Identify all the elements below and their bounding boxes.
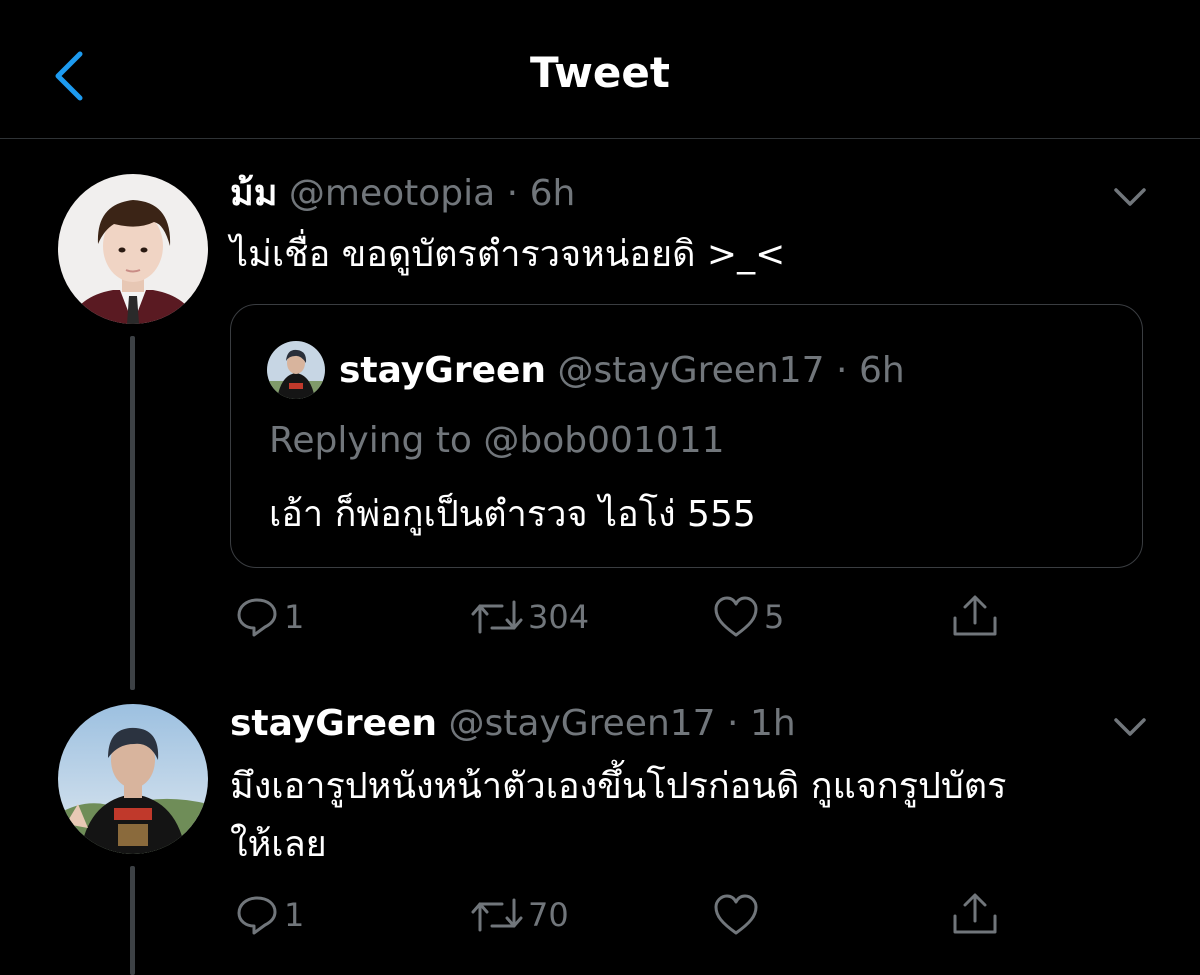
thread-line (130, 866, 135, 975)
separator-dot: · (506, 173, 519, 214)
thread-line (130, 336, 135, 690)
reply-button[interactable]: 1 (234, 892, 304, 938)
tweet-time: 6h (529, 173, 576, 214)
retweet-icon (471, 600, 523, 634)
avatar-staygreen[interactable] (58, 704, 208, 854)
replying-to: Replying to @bob001011 (269, 420, 725, 461)
retweet-button[interactable]: 70 (470, 894, 569, 936)
share-button[interactable] (950, 592, 1000, 640)
reply-count: 1 (284, 896, 305, 934)
quoted-tweet[interactable]: stayGreen @stayGreen17 · 6h Replying to … (230, 304, 1143, 568)
tweet-text-line-1: มึงเอารูปหนังหน้าตัวเองขึ้นโปรก่อนดิ กูแ… (230, 766, 1007, 807)
share-icon (953, 595, 997, 636)
like-count: 5 (764, 598, 785, 636)
tweet-header: ม้ม @meotopia · 6h (230, 172, 575, 216)
quoted-text: เอ้า ก็พ่อกูเป็นตำรวจ ไอโง่ 555 (269, 494, 756, 535)
tweet-text-line-2: ให้เลย (230, 824, 327, 865)
avatar-meotopia[interactable] (58, 174, 208, 324)
reply-button[interactable]: 1 (234, 594, 304, 640)
like-button[interactable]: 5 (712, 594, 784, 640)
share-button[interactable] (950, 890, 1000, 938)
retweet-icon (471, 898, 523, 932)
quoted-display-name: stayGreen (339, 350, 547, 391)
retweet-count: 70 (528, 896, 569, 934)
like-icon (714, 596, 758, 637)
tweet-time: 1h (749, 703, 796, 744)
reply-count: 1 (284, 598, 305, 636)
display-name[interactable]: stayGreen (230, 703, 437, 744)
chevron-down-icon[interactable] (1110, 712, 1150, 742)
tweet-header: stayGreen @stayGreen17 · 1h (230, 702, 796, 746)
share-icon (953, 893, 997, 934)
reply-icon (237, 598, 277, 637)
reply-icon (237, 896, 277, 935)
separator-dot: · (727, 703, 739, 744)
retweet-button[interactable]: 304 (470, 596, 589, 638)
user-handle[interactable]: @stayGreen17 (449, 703, 716, 744)
user-handle[interactable]: @meotopia (289, 173, 495, 214)
display-name[interactable]: ม้ม (230, 173, 277, 214)
quoted-time: 6h (858, 350, 905, 391)
like-icon (714, 894, 758, 935)
retweet-count: 304 (528, 598, 590, 636)
tweet-text: ไม่เชื่อ ขอดูบัตรตำรวจหน่อยดิ >_< (230, 234, 786, 275)
avatar-staygreen-small (267, 341, 325, 399)
chevron-down-icon[interactable] (1110, 182, 1150, 212)
quoted-handle: @stayGreen17 (557, 350, 825, 391)
top-bar: Tweet (0, 0, 1200, 139)
page-title: Tweet (530, 48, 670, 97)
quoted-header: stayGreen @stayGreen17 · 6h (339, 349, 905, 393)
like-button[interactable] (712, 892, 764, 938)
quoted-separator-dot: · (836, 350, 848, 391)
